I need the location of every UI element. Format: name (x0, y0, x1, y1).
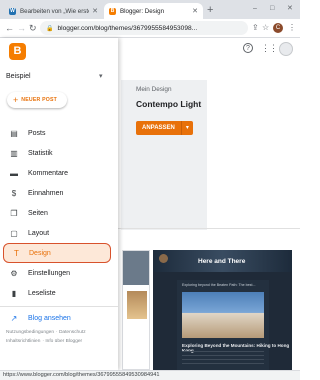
back-icon[interactable]: ← (5, 22, 14, 34)
footer-link-terms[interactable]: Nutzungsbedingungen (6, 330, 54, 335)
wordpress-icon: W (9, 7, 16, 15)
browser-window: W Bearbeiten von „Wie erstelle ic ✕ B Bl… (0, 0, 300, 380)
divider (0, 306, 118, 307)
design-name: Contempo Light (136, 99, 202, 109)
sidebar-item-label: Kommentare (28, 169, 69, 177)
tab-wordpress[interactable]: W Bearbeiten von „Wie erstelle ic ✕ (4, 3, 103, 19)
sidebar-item-label: Statistik (28, 149, 53, 157)
posts-icon: ▤ (10, 128, 18, 138)
customize-button-group: ANPASSEN ▾ (136, 121, 193, 135)
tab-bar: W Bearbeiten von „Wie erstelle ic ✕ B Bl… (0, 0, 300, 19)
dollar-icon: $ (11, 188, 17, 198)
layout-icon: ▢ (10, 228, 18, 238)
new-tab-button[interactable]: + (207, 3, 213, 17)
footer-links: Nutzungsbedingungen · Datenschutz Inhalts… (6, 330, 86, 344)
tab-title: Blogger: Design (120, 7, 165, 15)
navigation-drawer: B Beispiel ▾ + NEUER POST ▤ Posts ▥ Stat… (0, 38, 118, 370)
footer-link-content-policy[interactable]: Inhaltsrichtlinien (6, 339, 40, 344)
sidebar-item-design[interactable]: T Design (3, 243, 111, 263)
sidebar-item-layout[interactable]: ▢ Layout (0, 224, 118, 242)
thumbnail-avatar (159, 254, 168, 263)
sidebar-item-posts[interactable]: ▤ Posts (0, 124, 118, 142)
help-icon[interactable]: ? (243, 43, 253, 53)
chevron-down-icon[interactable]: ▾ (99, 72, 103, 80)
blog-selector[interactable]: Beispiel (6, 73, 31, 80)
blogger-icon: B (109, 7, 116, 15)
menu-icon[interactable]: ⋮ (288, 22, 296, 34)
plus-icon: + (13, 95, 19, 105)
reload-icon[interactable]: ↻ (29, 22, 37, 34)
sidebar-item-label: Einstellungen (28, 269, 71, 277)
blogger-logo[interactable]: B (9, 43, 26, 60)
comments-icon: ▬ (10, 168, 18, 178)
external-link-icon: ↗ (10, 313, 18, 323)
thumbnail-photo (127, 291, 147, 319)
sidebar-item-label: Posts (28, 129, 46, 137)
thumbnail-header-image (123, 251, 149, 285)
share-icon[interactable]: ⇪ (252, 22, 259, 34)
maximize-button[interactable]: □ (270, 2, 274, 16)
sidebar-item-label: Leseliste (28, 289, 56, 297)
sidebar-item-label: Layout (28, 229, 50, 237)
view-blog-label: Blog ansehen (28, 314, 71, 322)
tab-title: Bearbeiten von „Wie erstelle ic (20, 7, 89, 15)
customize-button[interactable]: ANPASSEN (136, 121, 181, 135)
sidebar-item-label: Seiten (28, 209, 48, 217)
close-tab-icon[interactable]: ✕ (192, 7, 198, 15)
lock-icon: 🔒 (46, 25, 54, 32)
close-tab-icon[interactable]: ✕ (92, 7, 98, 15)
url-text: blogger.com/blog/themes/3679955584953098… (57, 24, 198, 32)
thumbnail-title: Here and There (198, 258, 246, 265)
thumbnail-card-title: Exploring beyond the Beaten Path: The be… (182, 283, 256, 287)
pages-icon: ❐ (10, 208, 18, 218)
star-icon[interactable]: ☆ (262, 22, 269, 34)
divider (118, 228, 300, 229)
status-url: https://www.blogger.com/blog/themes/3679… (0, 370, 300, 380)
paint-roller-icon: T (14, 248, 19, 258)
gear-icon: ⚙ (10, 268, 18, 278)
theme-thumbnail[interactable] (122, 250, 150, 370)
design-label: Mein Design (136, 86, 172, 93)
sidebar-item-label: Einnahmen (28, 189, 64, 197)
new-post-label: NEUER POST (21, 97, 57, 103)
profile-avatar[interactable]: C (273, 23, 283, 33)
sidebar-item-label: Design (29, 249, 51, 257)
close-window-button[interactable]: ✕ (287, 2, 293, 16)
theme-thumbnail[interactable]: Here and There Exploring beyond the Beat… (153, 250, 292, 372)
footer-link-privacy[interactable]: Datenschutz (59, 330, 86, 335)
sidebar-item-kommentare[interactable]: ▬ Kommentare (0, 164, 118, 182)
view-blog-link[interactable]: ↗ Blog ansehen (0, 309, 118, 327)
tab-blogger-design[interactable]: B Blogger: Design ✕ (104, 3, 203, 19)
account-avatar[interactable] (279, 42, 293, 56)
sidebar-item-einstellungen[interactable]: ⚙ Einstellungen (0, 264, 118, 282)
bookmark-icon: ▮ (11, 288, 17, 298)
chevron-down-icon[interactable]: ▾ (180, 121, 193, 135)
thumbnail-text-lines (182, 351, 264, 365)
new-post-button[interactable]: + NEUER POST (7, 92, 67, 108)
thumbnail-photo (182, 292, 264, 338)
sidebar-item-einnahmen[interactable]: $ Einnahmen (0, 184, 118, 202)
forward-icon[interactable]: → (17, 22, 26, 34)
stats-icon: ▥ (10, 148, 18, 158)
sidebar-item-statistik[interactable]: ▥ Statistik (0, 144, 118, 162)
address-bar[interactable]: 🔒 blogger.com/blog/themes/36799555849530… (40, 21, 248, 35)
browser-toolbar: ← → ↻ 🔒 blogger.com/blog/themes/36799555… (0, 19, 300, 38)
sidebar-item-leseliste[interactable]: ▮ Leseliste (0, 284, 118, 302)
footer-link-about[interactable]: Info über Blogger (45, 339, 82, 344)
minimize-button[interactable]: – (253, 2, 257, 16)
sidebar-item-seiten[interactable]: ❐ Seiten (0, 204, 118, 222)
